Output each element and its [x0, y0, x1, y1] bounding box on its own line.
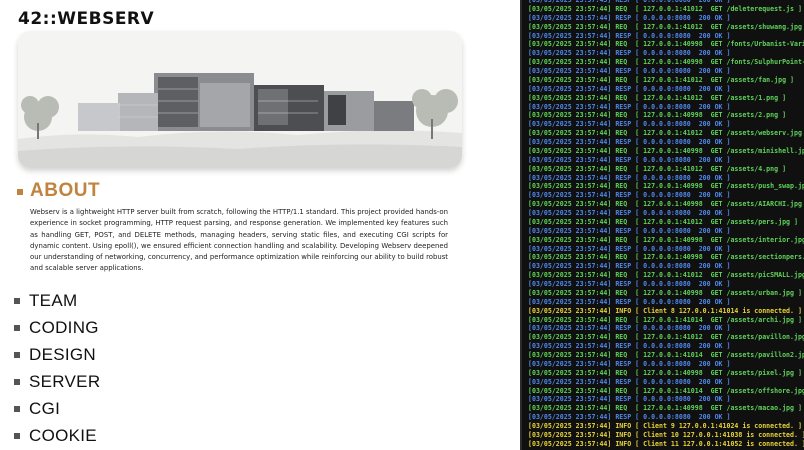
log-line-req: [03/05/2025 23:57:44] REQ [ 127.0.0.1:40…	[528, 58, 804, 67]
nav-item-design[interactable]: DESIGN	[14, 341, 100, 368]
log-line-resp: [03/05/2025 23:57:44] RESP [ 0.0.0.0:808…	[528, 102, 731, 111]
nav-item-team[interactable]: TEAM	[14, 287, 100, 314]
log-line-req: [03/05/2025 23:57:44] REQ [ 127.0.0.1:40…	[528, 200, 804, 209]
log-line-resp: [03/05/2025 23:57:44] RESP [ 0.0.0.0:808…	[528, 67, 731, 75]
log-line-resp: [03/05/2025 23:57:44] RESP [ 0.0.0.0:808…	[528, 49, 731, 58]
about-text: Webserv is a lightweight HTTP server bui…	[30, 208, 448, 273]
nav-item-label: CODING	[29, 317, 99, 337]
log-line-resp: [03/05/2025 23:57:44] RESP [ 0.0.0.0:808…	[528, 324, 731, 333]
nav-bullet	[14, 432, 20, 439]
section-nav: TEAM CODING DESIGN SERVER CGI COOKIE	[14, 287, 100, 449]
log-line-req: [03/05/2025 23:57:44] REQ [ 127.0.0.1:40…	[528, 404, 802, 413]
log-line-info: [03/05/2025 23:57:44] INFO [ Client 11 1…	[528, 439, 804, 448]
log-line-req: [03/05/2025 23:57:44] REQ [ 127.0.0.1:40…	[528, 288, 802, 297]
log-line-resp: [03/05/2025 23:57:44] RESP [ 0.0.0.0:808…	[528, 84, 731, 93]
nav-item-label: COOKIE	[29, 425, 97, 445]
log-line-resp: [03/05/2025 23:57:44] RESP [ 0.0.0.0:808…	[528, 342, 731, 351]
log-line-req: [03/05/2025 23:57:44] REQ [ 127.0.0.1:41…	[528, 333, 804, 342]
log-line-resp: [03/05/2025 23:57:44] RESP [ 0.0.0.0:808…	[528, 377, 731, 386]
terminal-log-panel[interactable]: [03/05/2025 23:57:43] RESP [ 0.0.0.0:808…	[520, 0, 804, 450]
log-line-resp: [03/05/2025 23:57:44] RESP [ 0.0.0.0:808…	[528, 120, 731, 129]
nav-bullet	[14, 324, 20, 331]
about-heading[interactable]: ABOUT	[30, 180, 100, 202]
nav-item-label: CGI	[29, 398, 61, 418]
nav-item-server[interactable]: SERVER	[14, 368, 100, 395]
log-line-resp: [03/05/2025 23:57:44] RESP [ 0.0.0.0:808…	[528, 209, 731, 217]
log-line-resp: [03/05/2025 23:57:44] RESP [ 0.0.0.0:808…	[528, 13, 731, 22]
log-line-req: [03/05/2025 23:57:44] REQ [ 127.0.0.1:41…	[528, 129, 804, 138]
server-log: [03/05/2025 23:57:43] RESP [ 0.0.0.0:808…	[528, 0, 804, 449]
nav-bullet	[14, 405, 20, 412]
log-line-req: [03/05/2025 23:57:44] REQ [ 127.0.0.1:41…	[528, 315, 802, 324]
log-line-resp: [03/05/2025 23:57:44] RESP [ 0.0.0.0:808…	[528, 155, 731, 164]
nav-item-cookie[interactable]: COOKIE	[14, 422, 100, 449]
nav-bullet	[14, 351, 20, 358]
webserv-site: 42::WEBSERV ABOUT Webserv is a lightweig…	[0, 0, 520, 450]
log-line-req: [03/05/2025 23:57:44] REQ [ 127.0.0.1:40…	[528, 111, 787, 120]
log-line-req: [03/05/2025 23:57:44] REQ [ 127.0.0.1:41…	[528, 271, 804, 280]
log-line-req: [03/05/2025 23:57:44] REQ [ 127.0.0.1:41…	[528, 217, 798, 226]
log-line-req: [03/05/2025 23:57:44] REQ [ 127.0.0.1:41…	[528, 4, 802, 13]
log-line-resp: [03/05/2025 23:57:44] RESP [ 0.0.0.0:808…	[528, 244, 731, 253]
nav-item-label: DESIGN	[29, 344, 96, 364]
nav-bullet	[14, 297, 20, 304]
nav-item-coding[interactable]: CODING	[14, 314, 100, 341]
log-line-req: [03/05/2025 23:57:44] REQ [ 127.0.0.1:40…	[528, 182, 804, 191]
log-line-req: [03/05/2025 23:57:44] REQ [ 127.0.0.1:41…	[528, 93, 787, 102]
log-line-info: [03/05/2025 23:57:44] INFO [ Client 10 1…	[528, 430, 804, 439]
log-line-req: [03/05/2025 23:57:44] REQ [ 127.0.0.1:41…	[528, 351, 804, 359]
log-line-resp: [03/05/2025 23:57:44] RESP [ 0.0.0.0:808…	[528, 138, 731, 146]
log-line-req: [03/05/2025 23:57:44] REQ [ 127.0.0.1:41…	[528, 75, 794, 84]
log-line-req: [03/05/2025 23:57:44] REQ [ 127.0.0.1:40…	[528, 253, 804, 262]
nav-item-cgi[interactable]: CGI	[14, 395, 100, 422]
site-title[interactable]: 42::WEBSERV	[18, 9, 154, 29]
log-line-resp: [03/05/2025 23:57:44] RESP [ 0.0.0.0:808…	[528, 280, 731, 288]
nav-item-label: TEAM	[29, 290, 78, 310]
log-line-resp: [03/05/2025 23:57:44] RESP [ 0.0.0.0:808…	[528, 226, 731, 235]
modern-building-photo-icon	[18, 31, 462, 168]
log-line-req: [03/05/2025 23:57:44] REQ [ 127.0.0.1:40…	[528, 146, 804, 155]
log-line-resp: [03/05/2025 23:57:44] RESP [ 0.0.0.0:808…	[528, 191, 731, 200]
log-line-resp: [03/05/2025 23:57:44] RESP [ 0.0.0.0:808…	[528, 173, 731, 182]
about-bullet	[17, 189, 23, 195]
log-line-resp: [03/05/2025 23:57:44] RESP [ 0.0.0.0:808…	[528, 31, 731, 40]
log-line-info: [03/05/2025 23:57:44] INFO [ Client 9 12…	[528, 422, 802, 430]
nav-item-label: SERVER	[29, 371, 101, 391]
log-line-resp: [03/05/2025 23:57:44] RESP [ 0.0.0.0:808…	[528, 297, 731, 306]
log-line-resp: [03/05/2025 23:57:44] RESP [ 0.0.0.0:808…	[528, 395, 731, 404]
log-line-resp: [03/05/2025 23:57:44] RESP [ 0.0.0.0:808…	[528, 262, 731, 271]
log-line-req: [03/05/2025 23:57:44] REQ [ 127.0.0.1:40…	[528, 40, 804, 49]
log-line-req: [03/05/2025 23:57:44] REQ [ 127.0.0.1:41…	[528, 164, 787, 173]
nav-bullet	[14, 378, 20, 385]
log-line-req: [03/05/2025 23:57:44] REQ [ 127.0.0.1:41…	[528, 386, 804, 395]
hero-image	[18, 31, 462, 168]
log-line-req: [03/05/2025 23:57:44] REQ [ 127.0.0.1:40…	[528, 235, 804, 244]
log-line-req: [03/05/2025 23:57:44] REQ [ 127.0.0.1:40…	[528, 368, 802, 377]
log-line-resp: [03/05/2025 23:57:44] RESP [ 0.0.0.0:808…	[528, 359, 731, 368]
log-line-resp: [03/05/2025 23:57:44] RESP [ 0.0.0.0:808…	[528, 413, 731, 422]
log-line-info: [03/05/2025 23:57:44] INFO [ Client 8 12…	[528, 306, 802, 315]
log-line-req: [03/05/2025 23:57:44] REQ [ 127.0.0.1:41…	[528, 22, 804, 31]
